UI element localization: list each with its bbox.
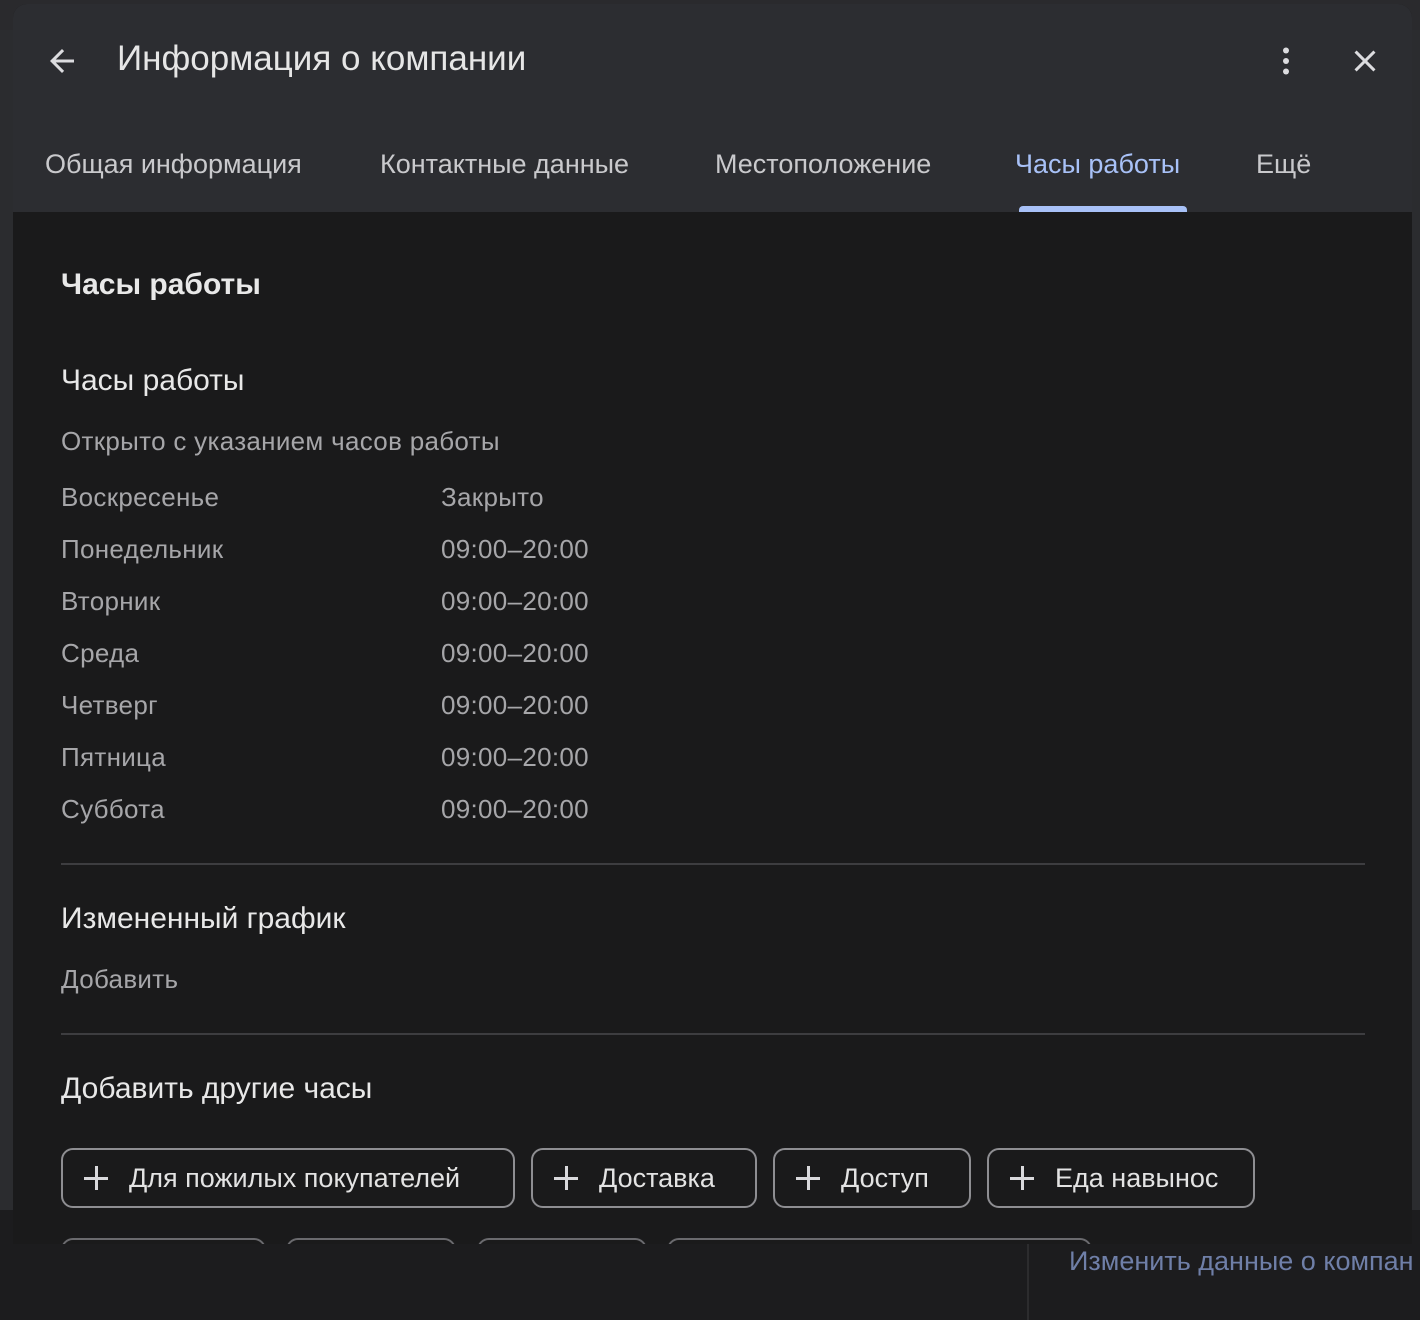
section-title: Часы работы (61, 268, 261, 301)
plus-icon (795, 1165, 821, 1191)
schedule-hours: 09:00–20:00 (441, 690, 589, 720)
other-hours-heading: Добавить другие часы (61, 1072, 373, 1105)
schedule-day: Суббота (61, 794, 165, 824)
more-options-button[interactable] (1261, 36, 1311, 86)
chip-label: Доставка (599, 1162, 715, 1193)
tab-location[interactable]: Местоположение (715, 124, 931, 212)
background-divider (1027, 1244, 1029, 1320)
active-tab-indicator (1019, 206, 1187, 212)
background-right-panel (1412, 30, 1420, 1210)
schedule-day: Воскресенье (61, 482, 220, 512)
partial-chip[interactable] (286, 1238, 456, 1244)
dialog-header: Информация о компании Общая информация К… (13, 4, 1412, 212)
close-icon (1354, 50, 1376, 72)
partial-chip[interactable] (477, 1238, 647, 1244)
schedule-hours: 09:00–20:00 (441, 742, 589, 772)
section-divider (61, 863, 1365, 865)
chip-label: Еда навынос (1055, 1162, 1219, 1193)
plus-icon (1009, 1165, 1035, 1191)
schedule-day: Вторник (61, 586, 161, 616)
clipped-chip-row (0, 1238, 1420, 1244)
tab-general-info[interactable]: Общая информация (45, 124, 302, 212)
plus-icon (83, 1165, 109, 1191)
schedule-row: Понедельник 09:00–20:00 (61, 534, 761, 574)
tab-bar: Общая информация Контактные данные Место… (13, 124, 1412, 212)
schedule-hours: 09:00–20:00 (441, 586, 589, 616)
add-special-hours-link[interactable]: Добавить (61, 964, 178, 995)
tab-more[interactable]: Ещё (1256, 124, 1311, 212)
add-takeout-hours-chip[interactable]: Еда навынос (987, 1148, 1255, 1208)
dialog-title: Информация о компании (117, 39, 527, 78)
partial-chip[interactable] (61, 1238, 266, 1244)
back-button[interactable] (37, 36, 87, 86)
schedule-hours: 09:00–20:00 (441, 794, 589, 824)
business-info-dialog: Информация о компании Общая информация К… (13, 4, 1412, 1244)
chip-label: Для пожилых покупателей (129, 1162, 461, 1193)
schedule-row: Суббота 09:00–20:00 (61, 794, 761, 834)
schedule-row: Пятница 09:00–20:00 (61, 742, 761, 782)
schedule-hours: 09:00–20:00 (441, 534, 589, 564)
schedule-hours: 09:00–20:00 (441, 638, 589, 668)
schedule-row: Вторник 09:00–20:00 (61, 586, 761, 626)
more-vertical-icon (1283, 47, 1289, 75)
tab-contact-data[interactable]: Контактные данные (380, 124, 629, 212)
partial-chip[interactable] (667, 1238, 1092, 1244)
arrow-left-icon (50, 49, 74, 73)
add-senior-hours-chip[interactable]: Для пожилых покупателей (61, 1148, 515, 1208)
schedule-row: Воскресенье Закрыто (61, 482, 761, 522)
special-hours-heading[interactable]: Измененный график (61, 902, 346, 936)
schedule-row: Четверг 09:00–20:00 (61, 690, 761, 730)
add-delivery-hours-chip[interactable]: Доставка (531, 1148, 757, 1208)
schedule-day: Среда (61, 638, 140, 668)
chip-label: Доступ (841, 1162, 929, 1193)
hours-status: Открыто с указанием часов работы (61, 426, 500, 456)
schedule-hours: Закрыто (441, 482, 544, 512)
plus-icon (553, 1165, 579, 1191)
close-button[interactable] (1340, 36, 1390, 86)
section-divider (61, 1033, 1365, 1035)
edit-business-info-link[interactable]: Изменить данные о компан (1069, 1246, 1414, 1277)
schedule-day: Пятница (61, 742, 167, 772)
tab-hours[interactable]: Часы работы (1015, 124, 1180, 212)
schedule-day: Понедельник (61, 534, 224, 564)
schedule-row: Среда 09:00–20:00 (61, 638, 761, 678)
regular-hours-heading[interactable]: Часы работы (61, 364, 244, 398)
background-left-panel (0, 30, 13, 1210)
schedule-day: Четверг (61, 690, 158, 720)
add-access-hours-chip[interactable]: Доступ (773, 1148, 971, 1208)
